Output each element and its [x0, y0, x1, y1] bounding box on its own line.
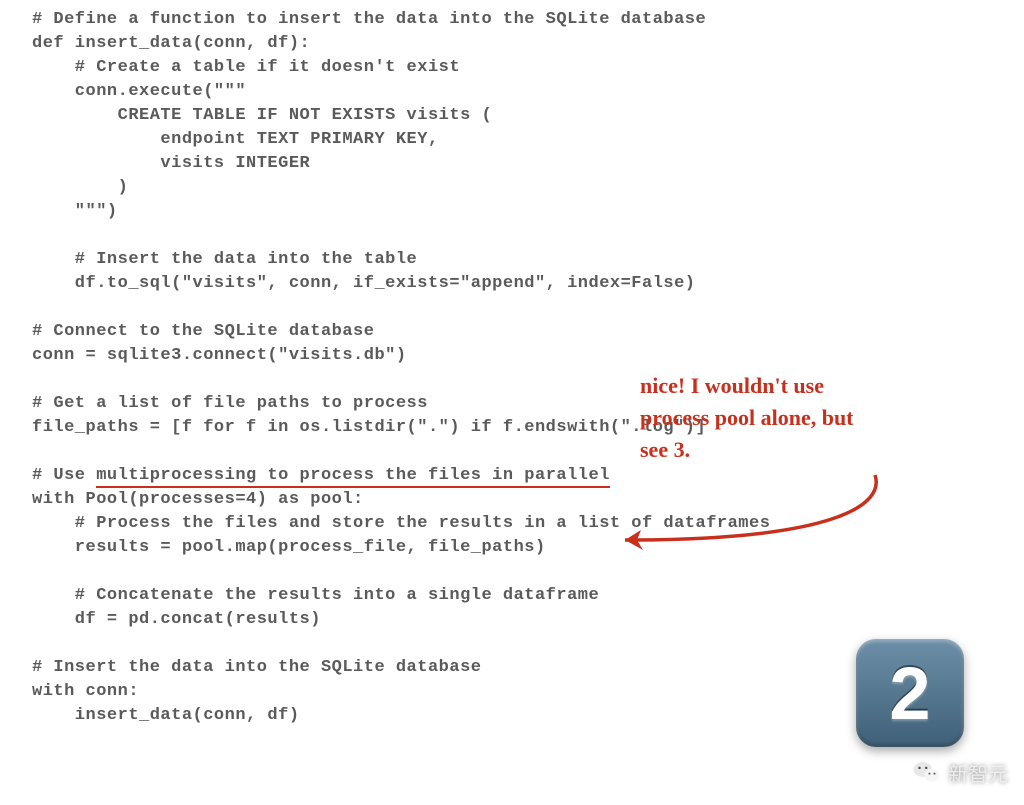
code-line: # Define a function to insert the data i… — [32, 10, 706, 29]
code-line: ) — [32, 178, 128, 197]
page-number-badge: 2 — [856, 639, 964, 747]
annotation-line: see 3. — [640, 434, 980, 466]
code-line: insert_data(conn, df) — [32, 706, 300, 725]
watermark-text: 新智元 — [948, 758, 1008, 787]
annotation-line: nice! I wouldn't use — [640, 370, 980, 402]
code-line: # Connect to the SQLite database — [32, 322, 374, 341]
handwritten-annotation: nice! I wouldn't use process pool alone,… — [640, 370, 980, 466]
code-line: def insert_data(conn, df): — [32, 34, 310, 53]
code-line: # Insert the data into the table — [32, 250, 417, 269]
code-line: conn.execute(""" — [32, 82, 246, 101]
code-line: # Get a list of file paths to process — [32, 394, 428, 413]
code-line: # Use multiprocessing to process the fil… — [32, 466, 610, 488]
code-line: with Pool(processes=4) as pool: — [32, 490, 364, 509]
code-line: file_paths = [f for f in os.listdir(".")… — [32, 418, 706, 437]
code-line: endpoint TEXT PRIMARY KEY, — [32, 130, 439, 149]
watermark: 新智元 — [912, 757, 1008, 787]
code-line: # Create a table if it doesn't exist — [32, 58, 460, 77]
code-line: """) — [32, 202, 118, 221]
code-line: with conn: — [32, 682, 139, 701]
code-line: # Insert the data into the SQLite databa… — [32, 658, 481, 677]
code-line: df.to_sql("visits", conn, if_exists="app… — [32, 274, 696, 293]
code-line: df = pd.concat(results) — [32, 610, 321, 629]
wechat-icon — [912, 757, 942, 787]
code-line: conn = sqlite3.connect("visits.db") — [32, 346, 407, 365]
code-line: # Concatenate the results into a single … — [32, 586, 599, 605]
code-text: # Use — [32, 466, 96, 485]
code-line: # Process the files and store the result… — [32, 514, 770, 533]
underlined-text: multiprocessing to process the files in … — [96, 466, 610, 488]
code-line: visits INTEGER — [32, 154, 310, 173]
code-line: results = pool.map(process_file, file_pa… — [32, 538, 546, 557]
annotation-line: process pool alone, but — [640, 402, 980, 434]
code-line: CREATE TABLE IF NOT EXISTS visits ( — [32, 106, 492, 125]
code-block: # Define a function to insert the data i… — [32, 8, 770, 728]
badge-number: 2 — [889, 651, 930, 736]
